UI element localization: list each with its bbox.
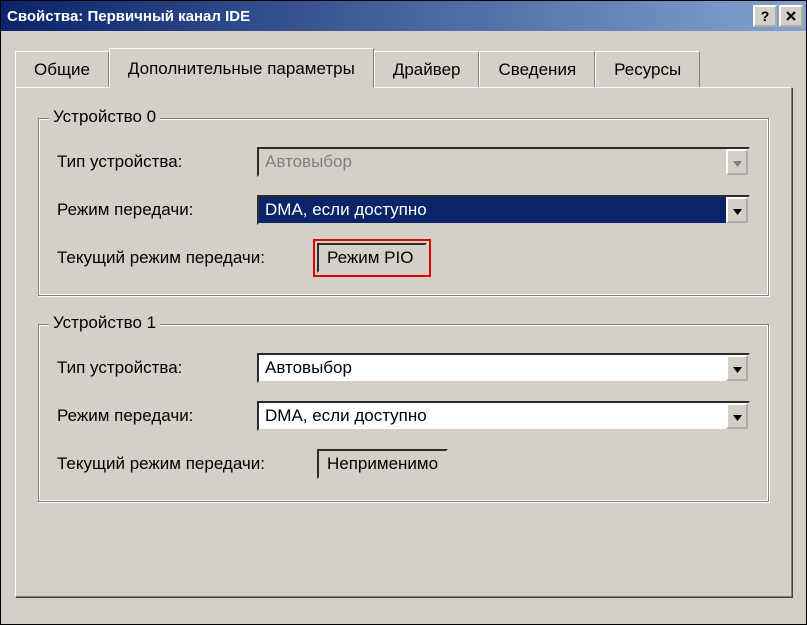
tab-resources[interactable]: Ресурсы	[595, 51, 700, 88]
combo-text-device0-mode: DMA, если доступно	[259, 197, 726, 223]
window-title: Свойства: Первичный канал IDE	[7, 8, 250, 25]
group-device1: Устройство 1 Тип устройства: Автовыбор Р…	[38, 324, 769, 502]
help-button[interactable]: ?	[753, 5, 777, 27]
tab-advanced[interactable]: Дополнительные параметры	[109, 48, 374, 88]
tab-driver[interactable]: Драйвер	[374, 51, 480, 88]
chevron-down-icon	[733, 408, 742, 425]
label-device1-type: Тип устройства:	[57, 358, 257, 378]
combo-device1-mode[interactable]: DMA, если доступно	[257, 401, 750, 431]
combo-text-device0-type: Автовыбор	[259, 149, 726, 175]
combo-text-device1-mode: DMA, если доступно	[259, 403, 726, 429]
combo-device1-type[interactable]: Автовыбор	[257, 353, 750, 383]
combo-text-device1-type: Автовыбор	[259, 355, 726, 381]
chevron-down-icon	[733, 154, 742, 171]
combo-btn-device1-mode[interactable]	[726, 403, 748, 429]
value-device0-current: Режим PIO	[317, 243, 427, 273]
label-device1-current: Текущий режим передачи:	[57, 454, 317, 474]
tab-strip: Общие Дополнительные параметры Драйвер С…	[15, 51, 792, 88]
title-bar: Свойства: Первичный канал IDE ?	[1, 1, 806, 31]
group-device0: Устройство 0 Тип устройства: Автовыбор Р…	[38, 118, 769, 296]
group-legend-device1: Устройство 1	[49, 313, 160, 333]
close-button[interactable]	[779, 5, 803, 27]
label-device1-mode: Режим передачи:	[57, 406, 257, 426]
tab-details[interactable]: Сведения	[479, 51, 595, 88]
close-icon	[786, 11, 796, 21]
combo-device0-mode[interactable]: DMA, если доступно	[257, 195, 750, 225]
tab-panel: Устройство 0 Тип устройства: Автовыбор Р…	[15, 87, 792, 597]
label-device0-mode: Режим передачи:	[57, 200, 257, 220]
chevron-down-icon	[733, 202, 742, 219]
label-device0-type: Тип устройства:	[57, 152, 257, 172]
chevron-down-icon	[733, 360, 742, 377]
combo-btn-device0-type	[726, 149, 748, 175]
value-device1-current: Неприменимо	[317, 449, 448, 479]
tab-general[interactable]: Общие	[15, 51, 109, 88]
combo-device0-type: Автовыбор	[257, 147, 750, 177]
help-icon: ?	[761, 8, 770, 24]
combo-btn-device0-mode[interactable]	[726, 197, 748, 223]
combo-btn-device1-type[interactable]	[726, 355, 748, 381]
properties-dialog: Свойства: Первичный канал IDE ? Общие До…	[0, 0, 807, 625]
label-device0-current: Текущий режим передачи:	[57, 248, 317, 268]
group-legend-device0: Устройство 0	[49, 107, 160, 127]
